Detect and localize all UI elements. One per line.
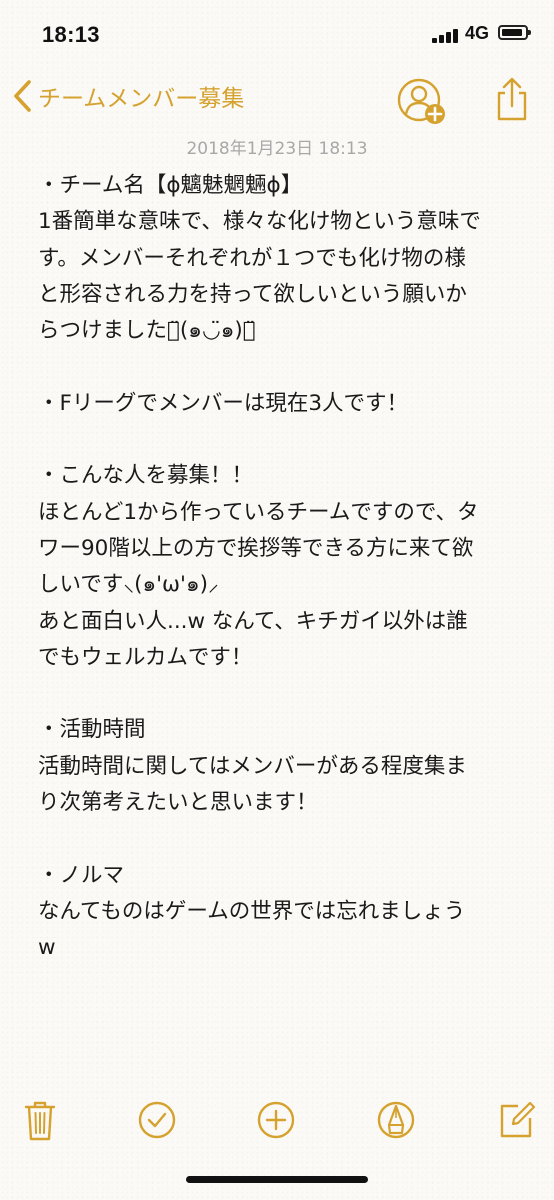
back-button[interactable]: チームメンバー募集 bbox=[10, 74, 244, 118]
note-body[interactable]: ・チーム名【ɸ魑魅魍魎ɸ】 1番簡単な意味で、様々な化け物という意味で す。メン… bbox=[38, 168, 528, 967]
note-line: しいです⸜(๑'ω'๑)⸝ bbox=[38, 572, 219, 598]
note-line: ほとんど1から作っているチームですので、タ bbox=[38, 499, 479, 525]
note-line bbox=[38, 422, 528, 458]
note-line: あと面白い人...w なんて、キチガイ以外は誰 bbox=[38, 608, 468, 634]
add-button[interactable] bbox=[254, 1098, 298, 1142]
note-line: ・こんな人を募集！！ bbox=[38, 463, 254, 489]
nav-bar: チームメンバー募集 bbox=[0, 66, 554, 128]
note-line: 活動時間に関してはメンバーがある程度集ま bbox=[38, 753, 467, 779]
note-date: 2018年1月23日 18:13 bbox=[186, 139, 368, 159]
note-line: ・チーム名【ɸ魑魅魍魎ɸ】 bbox=[38, 173, 303, 198]
note-line: す。メンバーそれぞれが１つでも化け物の様 bbox=[38, 245, 466, 271]
note-line bbox=[38, 676, 528, 712]
add-person-button[interactable] bbox=[395, 74, 449, 128]
markup-button[interactable] bbox=[374, 1098, 418, 1142]
network-type: 4G bbox=[465, 23, 490, 43]
note-line: らつけましたｅ̈(๑◡̈๑)ｓ̈ bbox=[38, 318, 256, 344]
note-line bbox=[38, 349, 528, 385]
add-icon bbox=[257, 1101, 295, 1139]
person-add-icon bbox=[397, 78, 445, 124]
note-line: ・活動時間 bbox=[38, 717, 146, 743]
note-line: り次第考えたいと思います！ bbox=[38, 790, 318, 816]
delete-button[interactable] bbox=[18, 1098, 62, 1142]
status-bar: 18:13 4G bbox=[0, 0, 554, 66]
compose-button[interactable] bbox=[494, 1098, 538, 1142]
note-line: でもウェルカムです！ bbox=[38, 644, 253, 670]
checklist-icon bbox=[138, 1101, 176, 1139]
markup-pen-icon bbox=[377, 1101, 415, 1139]
share-icon bbox=[497, 77, 527, 121]
share-button[interactable] bbox=[492, 76, 532, 122]
bottom-toolbar bbox=[0, 1092, 554, 1152]
checklist-button[interactable] bbox=[135, 1098, 179, 1142]
note-line: w bbox=[38, 935, 56, 961]
note-line: と形容される力を持って欲しいという願いか bbox=[38, 281, 467, 307]
status-time: 18:13 bbox=[42, 22, 100, 47]
home-indicator bbox=[186, 1176, 368, 1183]
note-line: ・Fリーグでメンバーは現在3人です！ bbox=[38, 390, 409, 416]
note-line: なんてものはゲームの世界では忘れましょう bbox=[38, 898, 466, 924]
note-line: ・ノルマ bbox=[38, 862, 125, 888]
note-line: ワー90階以上の方で挨拶等できる方に来て欲 bbox=[38, 535, 474, 561]
cellular-signal-icon bbox=[432, 27, 460, 43]
trash-icon bbox=[24, 1101, 56, 1141]
compose-icon bbox=[500, 1101, 536, 1138]
note-line bbox=[38, 821, 528, 857]
back-label: チームメンバー募集 bbox=[38, 86, 245, 112]
note-line: 1番簡単な意味で、様々な化け物という意味で bbox=[38, 209, 481, 235]
chevron-left-icon bbox=[14, 80, 31, 112]
battery-icon bbox=[498, 25, 531, 40]
